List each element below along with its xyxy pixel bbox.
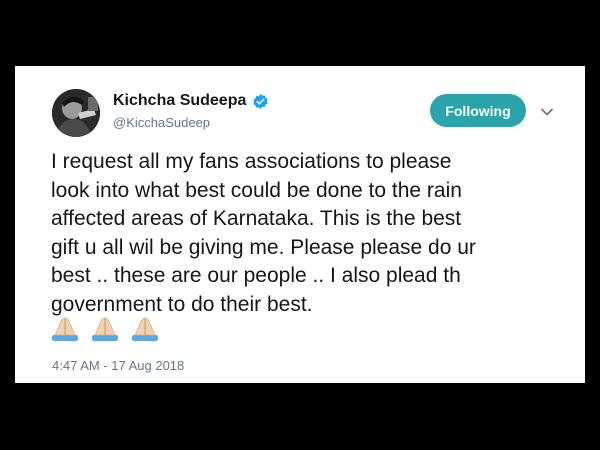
emoji-row bbox=[51, 316, 171, 342]
profile-photo-icon bbox=[52, 89, 100, 137]
verified-badge-icon bbox=[253, 94, 268, 109]
author-name[interactable]: Kichcha Sudeepa bbox=[113, 92, 246, 110]
tweet-card: Kichcha Sudeepa @KicchaSudeep Following … bbox=[15, 66, 585, 383]
tweet-text-line: gift u all wil be giving me. Please plea… bbox=[51, 235, 476, 259]
tweet-text: I request all my fans associations to pl… bbox=[51, 148, 571, 319]
tweet-text-line: I request all my fans associations to pl… bbox=[51, 150, 452, 173]
tweet-timestamp[interactable]: 4:47 AM - 17 Aug 2018 bbox=[52, 358, 184, 373]
following-button[interactable]: Following bbox=[430, 94, 526, 127]
tweet-text-line: government to do their best. bbox=[51, 292, 313, 316]
folded-hands-icon bbox=[132, 317, 158, 341]
tweet-text-line: look into what best could be done to the… bbox=[51, 178, 462, 202]
chevron-down-icon[interactable] bbox=[539, 104, 555, 120]
tweet-text-line: affected areas of Karnataka. This is the… bbox=[51, 207, 462, 230]
author-handle[interactable]: @KicchaSudeep bbox=[113, 115, 210, 130]
tweet-text-line: best .. these are our people .. I also p… bbox=[51, 264, 461, 287]
folded-hands-icon bbox=[92, 317, 118, 341]
folded-hands-icon bbox=[52, 317, 78, 341]
avatar[interactable] bbox=[52, 89, 100, 137]
page-background: Kichcha Sudeepa @KicchaSudeep Following … bbox=[0, 0, 600, 450]
